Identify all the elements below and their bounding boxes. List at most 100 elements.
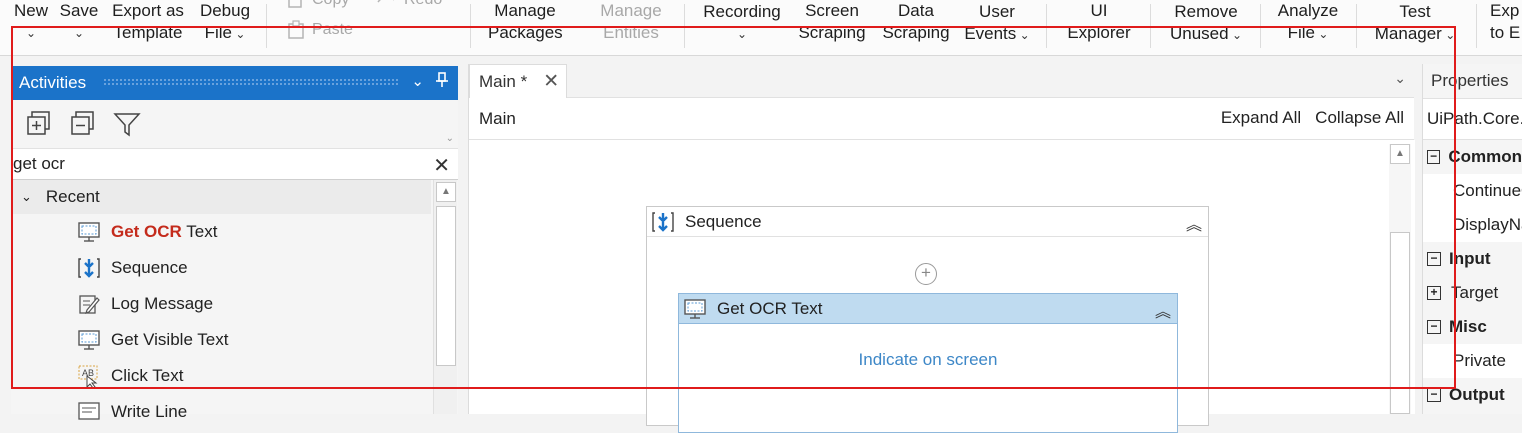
- list-item[interactable]: Get OCR Text: [11, 214, 431, 250]
- collapse-all-link[interactable]: Collapse All: [1315, 108, 1404, 128]
- property-display-name[interactable]: DisplayName: [1423, 208, 1522, 242]
- copy-button[interactable]: Copy: [286, 0, 349, 10]
- tab-main-label: Main *: [479, 71, 528, 91]
- collapse-chevron-icon[interactable]: ︽: [1186, 211, 1202, 235]
- property-target[interactable]: + Target: [1423, 276, 1522, 310]
- ribbon-divider: [266, 4, 267, 48]
- pin-icon[interactable]: [436, 72, 448, 92]
- close-icon[interactable]: ✕: [543, 70, 559, 93]
- designer-canvas[interactable]: Sequence ︽ + Get OCR Text ︽ Indicate on …: [469, 140, 1415, 433]
- list-item[interactable]: AB Click Text: [11, 358, 431, 394]
- expand-all-icon[interactable]: [25, 110, 53, 138]
- tree-group-recent[interactable]: ⌄ Recent: [11, 180, 431, 214]
- test-manager-button[interactable]: Test Manager ⌄: [1370, 0, 1460, 46]
- search-highlight: Get OCR: [111, 222, 182, 241]
- breadcrumb: Main Expand All Collapse All: [469, 98, 1414, 140]
- properties-title: Properties: [1431, 71, 1509, 90]
- chevron-down-icon: ⌄: [21, 189, 32, 204]
- activities-search-field[interactable]: get ocr ✕: [11, 148, 458, 180]
- sequence-icon: [652, 211, 674, 232]
- scroll-up-icon[interactable]: ▲: [436, 182, 456, 202]
- recording-button[interactable]: Recording ⌄: [700, 0, 784, 45]
- chevron-down-icon: ⌄: [232, 27, 246, 41]
- collapse-box-icon[interactable]: −: [1427, 388, 1441, 402]
- get-ocr-text-title: Get OCR Text: [717, 298, 823, 318]
- debug-file-button[interactable]: Debug File ⌄: [196, 0, 254, 45]
- panel-grip[interactable]: [103, 78, 398, 86]
- data-scraping-button[interactable]: Data Scraping: [880, 0, 952, 44]
- add-activity-icon[interactable]: +: [915, 263, 937, 285]
- collapse-all-icon[interactable]: [69, 110, 97, 138]
- scroll-thumb[interactable]: [1390, 232, 1410, 414]
- activities-scrollbar[interactable]: ▲: [433, 180, 457, 414]
- panel-menu-chevron-icon[interactable]: ⌄: [411, 72, 424, 90]
- chevron-down-icon: ⌄: [1315, 27, 1329, 41]
- collapse-box-icon[interactable]: −: [1427, 252, 1441, 266]
- analyze-file-label-2: File: [1287, 23, 1315, 42]
- screen-scraping-label-2: Scraping: [798, 23, 866, 42]
- sequence-header[interactable]: Sequence ︽: [647, 207, 1208, 237]
- tab-main[interactable]: Main * ✕: [469, 64, 567, 98]
- collapse-box-icon[interactable]: −: [1427, 320, 1441, 334]
- tabs-dropdown-chevron-icon[interactable]: ⌄: [1394, 70, 1406, 87]
- properties-panel: Properties UiPath.Core.Activities.GetOCR…: [1422, 64, 1522, 414]
- analyze-file-label-1: Analyze: [1277, 1, 1339, 20]
- expand-all-link[interactable]: Expand All: [1221, 108, 1301, 128]
- scroll-up-icon[interactable]: ▲: [1390, 144, 1410, 164]
- activities-search-input[interactable]: get ocr: [11, 154, 65, 174]
- list-item-label: Log Message: [111, 294, 214, 313]
- paste-button[interactable]: Paste: [286, 20, 353, 40]
- user-events-button[interactable]: User Events ⌄: [962, 0, 1032, 46]
- list-item[interactable]: Log Message: [11, 286, 431, 322]
- analyze-file-button[interactable]: Analyze File ⌄: [1272, 0, 1344, 45]
- manage-entities-button[interactable]: Manage Entities: [596, 0, 666, 44]
- property-private[interactable]: Private: [1423, 344, 1522, 378]
- manage-packages-button[interactable]: Manage Packages: [488, 0, 563, 44]
- manage-entities-label-1: Manage: [600, 1, 662, 20]
- expand-box-icon[interactable]: +: [1427, 286, 1441, 300]
- chevron-down-icon: ⌄: [1441, 28, 1456, 42]
- tree-group-label: Recent: [45, 187, 100, 206]
- redo-button[interactable]: Redo: [374, 0, 442, 10]
- user-events-label-2: Events: [964, 24, 1017, 43]
- ui-explorer-label-1: UI: [1090, 1, 1108, 20]
- ui-explorer-button[interactable]: UI Explorer: [1064, 0, 1134, 44]
- filter-icon[interactable]: [113, 110, 141, 138]
- list-item-label: Sequence: [111, 258, 188, 277]
- activities-toolbar: ⌄: [11, 100, 458, 148]
- redo-icon: [377, 0, 394, 3]
- data-scraping-label-1: Data: [898, 1, 934, 20]
- get-ocr-text-header[interactable]: Get OCR Text ︽: [679, 294, 1177, 324]
- manage-packages-label-1: Manage: [494, 1, 556, 20]
- property-category-common[interactable]: − Common: [1423, 140, 1522, 174]
- toolbar-overflow-icon[interactable]: ⌄: [446, 133, 454, 144]
- get-ocr-text-activity[interactable]: Get OCR Text ︽ Indicate on screen: [678, 293, 1178, 433]
- copy-icon: [288, 0, 302, 8]
- save-button[interactable]: Save ⌄: [58, 0, 100, 44]
- collapse-box-icon[interactable]: −: [1427, 150, 1441, 164]
- screen-scraping-button[interactable]: Screen Scraping: [796, 0, 868, 44]
- export-to-excel-button[interactable]: Exp to E: [1490, 0, 1522, 44]
- list-item[interactable]: Write Line: [11, 394, 431, 430]
- export-as-template-button[interactable]: Export as Template: [108, 0, 188, 44]
- properties-type-label: UiPath.Core.Activities.GetOCRText: [1423, 98, 1522, 140]
- breadcrumb-item-main[interactable]: Main: [479, 109, 516, 129]
- list-item[interactable]: Get Visible Text: [11, 322, 431, 358]
- designer-scrollbar[interactable]: ▲: [1389, 144, 1411, 414]
- document-tabbar: Main * ✕ ⌄: [469, 64, 1414, 98]
- sequence-title: Sequence: [685, 211, 762, 231]
- copy-label: Copy: [312, 0, 349, 9]
- sequence-icon: [77, 256, 101, 280]
- list-item[interactable]: Sequence: [11, 250, 431, 286]
- collapse-chevron-icon[interactable]: ︽: [1155, 298, 1171, 322]
- property-continue-on-error[interactable]: ContinueOnError: [1423, 174, 1522, 208]
- property-category-output[interactable]: − Output: [1423, 378, 1522, 412]
- new-button[interactable]: New ⌄: [12, 0, 50, 44]
- remove-unused-button[interactable]: Remove Unused ⌄: [1166, 0, 1246, 46]
- property-category-input[interactable]: − Input: [1423, 242, 1522, 276]
- clear-search-icon[interactable]: ✕: [433, 153, 450, 178]
- indicate-on-screen-link[interactable]: Indicate on screen: [679, 350, 1177, 370]
- sequence-activity[interactable]: Sequence ︽ + Get OCR Text ︽ Indicate on …: [646, 206, 1209, 433]
- property-category-misc[interactable]: − Misc: [1423, 310, 1522, 344]
- scroll-thumb[interactable]: [436, 206, 456, 366]
